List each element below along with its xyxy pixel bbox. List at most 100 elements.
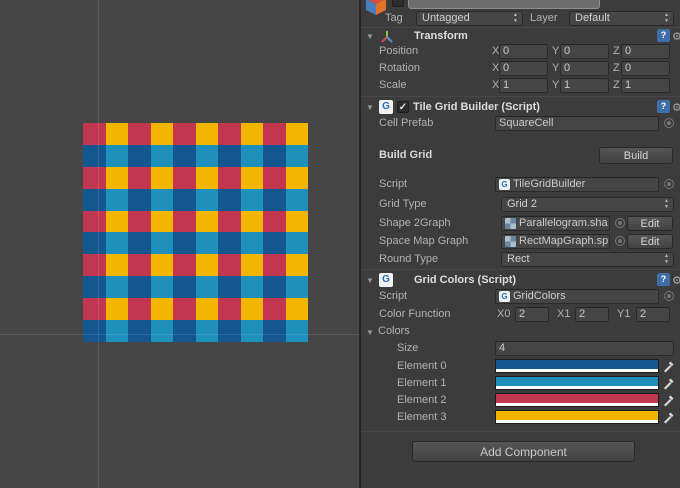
position-y-field[interactable]: 0 <box>560 44 609 59</box>
space-map-object-field[interactable]: RectMapGraph.sp <box>501 234 610 249</box>
eyedropper-icon[interactable] <box>662 359 676 373</box>
shape-edit-button[interactable]: Edit <box>627 216 673 231</box>
gear-icon[interactable]: ⚙▼ <box>672 273 680 287</box>
transform-foldout-arrow[interactable]: ▼ <box>366 29 374 45</box>
object-picker-icon[interactable] <box>664 118 674 128</box>
build-grid-label: Build Grid <box>379 149 433 161</box>
tile-cell <box>83 144 106 167</box>
eyedropper-icon[interactable] <box>662 393 676 407</box>
tile-cell <box>218 276 241 299</box>
tile-cell <box>150 188 173 211</box>
tile-cell <box>240 123 263 145</box>
layer-dropdown[interactable]: Default ▲ ▼ <box>569 11 674 26</box>
add-component-button[interactable]: Add Component <box>412 441 635 462</box>
colors-foldout-arrow[interactable]: ▼ <box>366 325 374 341</box>
grid-colors-foldout-arrow[interactable]: ▼ <box>366 273 374 289</box>
scene-view[interactable] <box>0 0 359 488</box>
tile-grid-builder-title[interactable]: Tile Grid Builder (Script) <box>413 99 540 115</box>
scale-x-field[interactable]: 1 <box>499 78 548 93</box>
dropdown-arrows-icon: ▲ ▼ <box>664 253 669 265</box>
tile-cell <box>128 188 151 211</box>
tile-cell <box>285 320 308 342</box>
object-picker-icon[interactable] <box>615 218 625 228</box>
grid-colors-script-label: Script <box>379 290 408 302</box>
tile-cell <box>150 123 173 145</box>
help-icon[interactable]: ? <box>657 273 670 286</box>
tile-cell <box>218 320 241 342</box>
shape-2graph-label: Shape 2Graph <box>379 217 451 229</box>
help-icon[interactable]: ? <box>657 100 670 113</box>
tile-cell <box>173 166 196 189</box>
element-2-color-swatch[interactable] <box>495 393 659 407</box>
grid-colors-script-value: GridColors <box>513 290 566 302</box>
tile-cell <box>263 298 286 321</box>
tag-dropdown[interactable]: Untagged ▲ ▼ <box>416 11 523 26</box>
element-3-color-swatch[interactable] <box>495 410 659 424</box>
tag-value: Untagged <box>422 12 470 24</box>
size-field[interactable]: 4 <box>495 341 674 356</box>
tile-cell <box>173 254 196 277</box>
grid-colors-script-object-field[interactable]: G GridColors <box>495 289 659 304</box>
tile-cell <box>285 298 308 321</box>
position-z-field[interactable]: 0 <box>621 44 670 59</box>
tile-cell <box>105 210 128 233</box>
space-map-edit-button[interactable]: Edit <box>627 234 673 249</box>
space-map-asset-icon <box>505 236 516 247</box>
tile-cell <box>195 210 218 233</box>
object-picker-icon[interactable] <box>664 179 674 189</box>
scale-y-field[interactable]: 1 <box>560 78 609 93</box>
rotation-y-field[interactable]: 0 <box>560 61 609 76</box>
position-x-field[interactable]: 0 <box>499 44 548 59</box>
element-0-color-swatch[interactable] <box>495 359 659 373</box>
gear-icon[interactable]: ⚙▼ <box>672 100 680 114</box>
tile-grid-builder-enabled-checkbox[interactable]: ✓ <box>397 101 409 113</box>
tile-cell <box>285 276 308 299</box>
tile-cell <box>218 298 241 321</box>
tile-cell <box>195 254 218 277</box>
gameobject-active-checkbox[interactable] <box>392 0 404 7</box>
x0-field[interactable]: 2 <box>515 307 549 322</box>
tile-cell <box>240 254 263 277</box>
inspector-panel: Tag Untagged ▲ ▼ Layer Default ▲ ▼ ▼ Trans… <box>359 0 680 488</box>
tile-cell <box>195 188 218 211</box>
rotation-z-field[interactable]: 0 <box>621 61 670 76</box>
gear-icon[interactable]: ⚙▼ <box>672 29 680 43</box>
tile-cell <box>83 276 106 299</box>
axis-z-label: Z <box>613 45 620 57</box>
grid-colors-title[interactable]: Grid Colors (Script) <box>414 272 516 288</box>
grid-type-dropdown[interactable]: Grid 2 ▲ ▼ <box>501 197 674 212</box>
element-0-label: Element 0 <box>397 360 447 372</box>
tile-cell <box>218 210 241 233</box>
gameobject-name-field[interactable] <box>408 0 600 9</box>
tile-cell <box>285 123 308 145</box>
eyedropper-icon[interactable] <box>662 376 676 390</box>
object-picker-icon[interactable] <box>664 291 674 301</box>
y1-field[interactable]: 2 <box>636 307 670 322</box>
help-icon[interactable]: ? <box>657 29 670 42</box>
shape-2graph-object-field[interactable]: Parallelogram.sha <box>501 216 610 231</box>
axis-z-label: Z <box>613 62 620 74</box>
layer-value: Default <box>575 12 610 24</box>
rotation-x-field[interactable]: 0 <box>499 61 548 76</box>
script-object-field[interactable]: G TileGridBuilder <box>495 177 659 192</box>
tile-grid-builder-foldout-arrow[interactable]: ▼ <box>366 100 374 116</box>
element-1-color-swatch[interactable] <box>495 376 659 390</box>
tile-cell <box>105 166 128 189</box>
object-picker-icon[interactable] <box>615 236 625 246</box>
tile-cell <box>218 144 241 167</box>
eyedropper-icon[interactable] <box>662 410 676 424</box>
element-1-label: Element 1 <box>397 377 447 389</box>
x0-label: X0 <box>497 308 511 320</box>
tile-cell <box>173 298 196 321</box>
transform-title[interactable]: Transform <box>414 28 468 44</box>
build-button[interactable]: Build <box>599 147 673 164</box>
x1-field[interactable]: 2 <box>575 307 609 322</box>
cell-prefab-object-field[interactable]: SquareCell <box>495 116 659 131</box>
round-type-dropdown[interactable]: Rect ▲ ▼ <box>501 252 674 267</box>
tile-cell <box>105 298 128 321</box>
scale-z-field[interactable]: 1 <box>621 78 670 93</box>
tile-cell <box>240 210 263 233</box>
tile-cell <box>83 210 106 233</box>
tile-cell <box>128 144 151 167</box>
tile-cell <box>240 232 263 255</box>
